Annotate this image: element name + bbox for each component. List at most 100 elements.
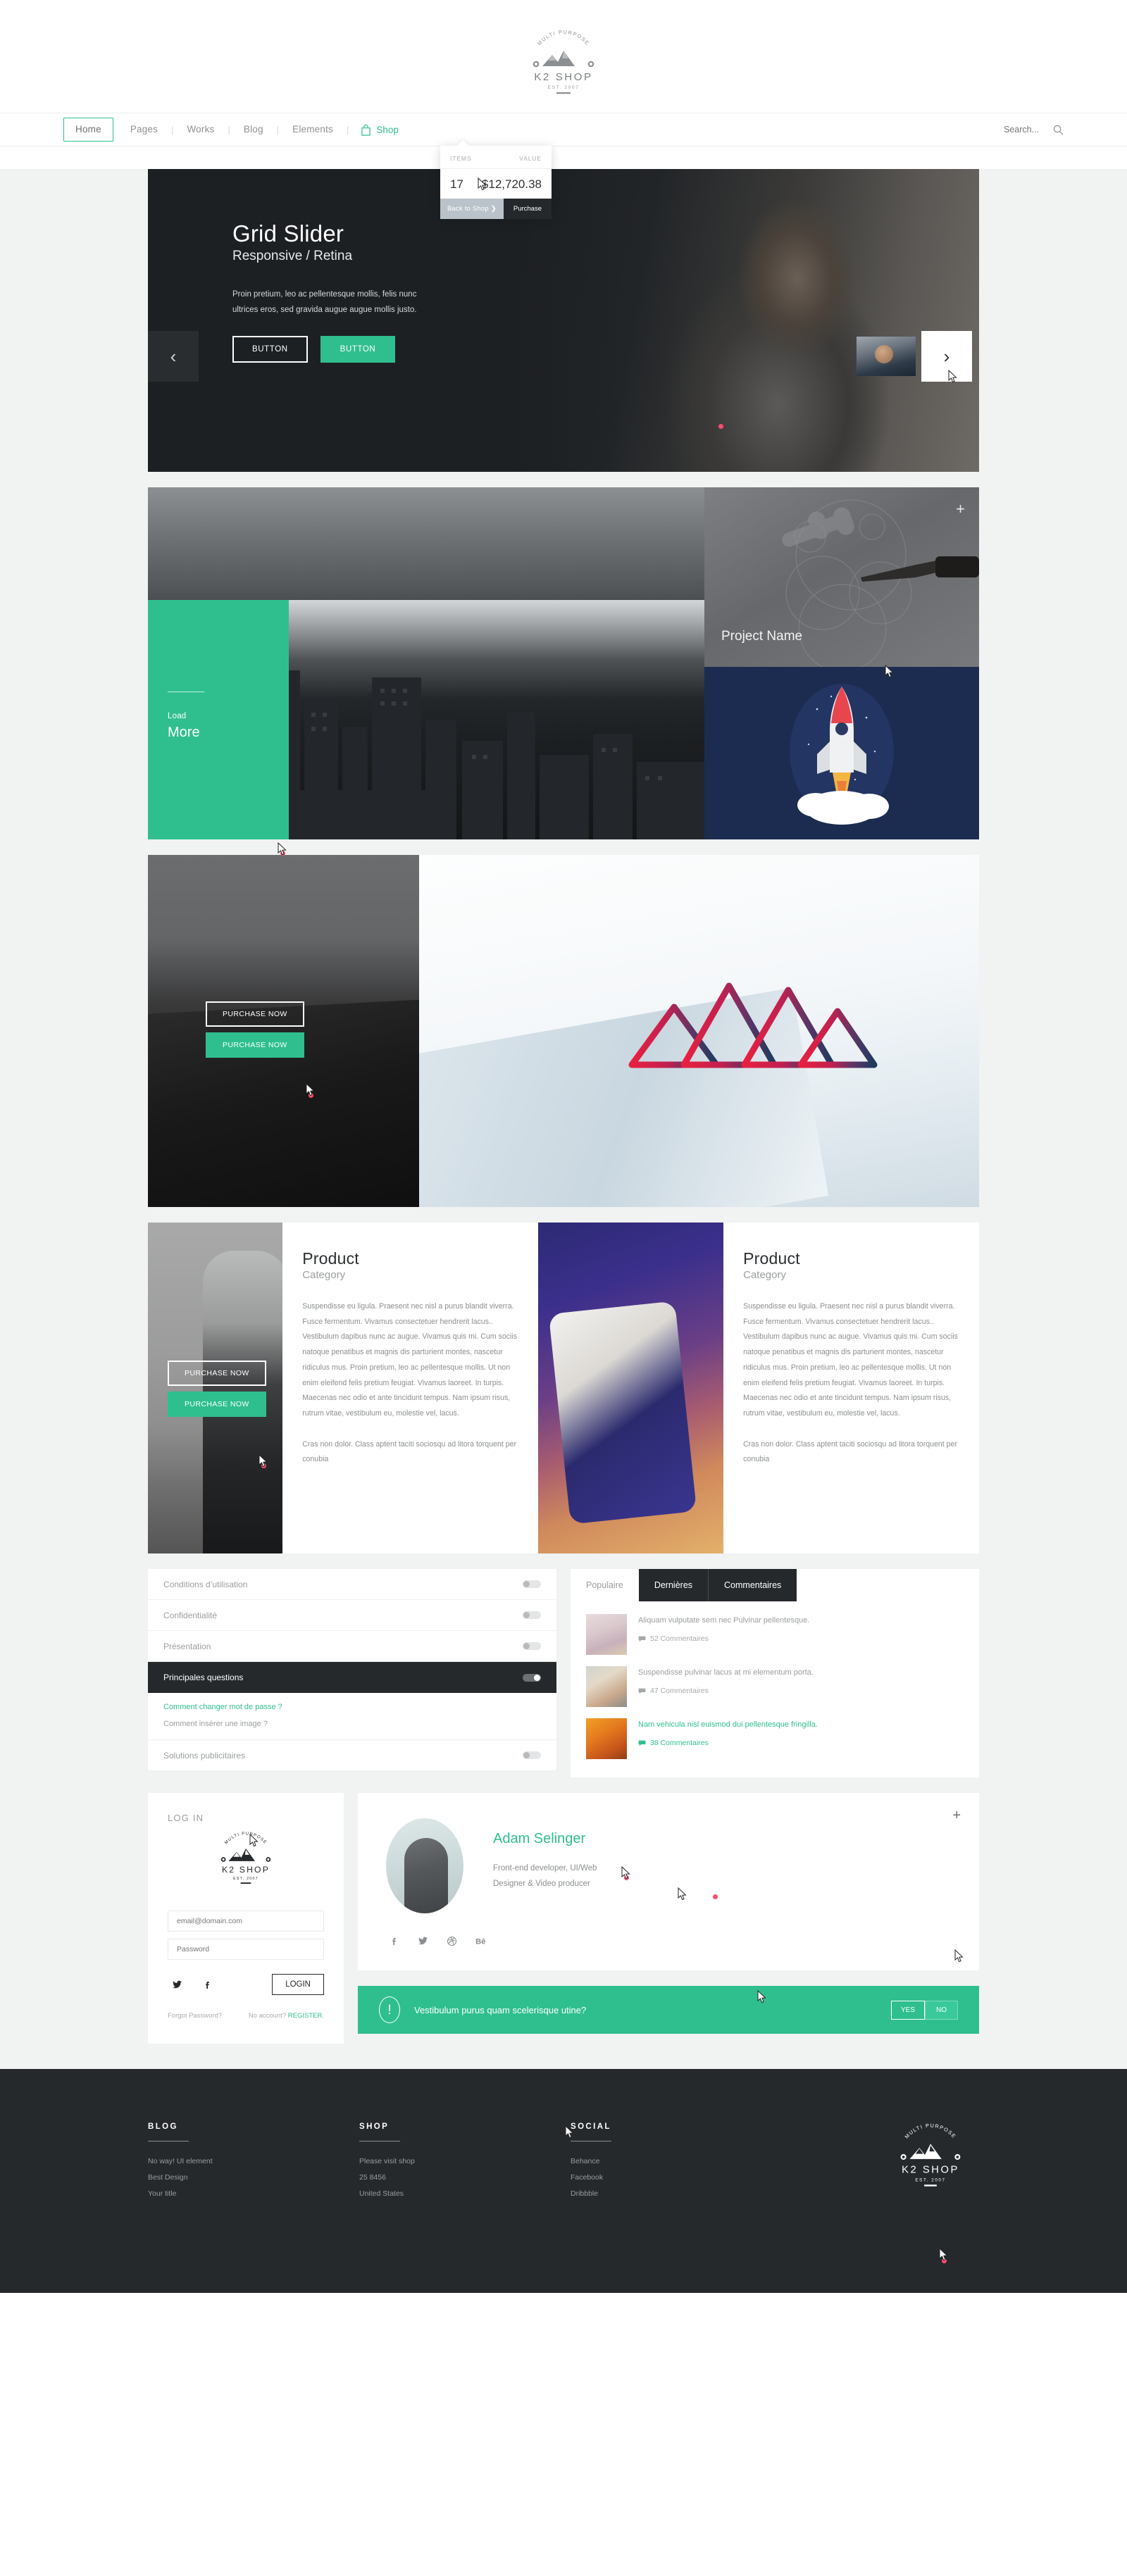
accordion-row-presentation[interactable]: Présentation — [148, 1631, 556, 1662]
hero-slider: Grid Slider Responsive / Retina Proin pr… — [148, 169, 979, 472]
search-input[interactable] — [954, 125, 1039, 135]
post-comment-count[interactable]: 38 Commentaires — [638, 1739, 818, 1747]
footer-column-shop: SHOP Please visit shop 25 8456 United St… — [359, 2122, 571, 2206]
accordion-toggle[interactable] — [523, 1611, 541, 1619]
footer-brand-logo[interactable]: MULTI PURPOSE K2 SHOP EST. 2007 — [889, 2122, 979, 2206]
purchase-button[interactable]: Purchase — [503, 199, 552, 219]
slider-thumbnail[interactable] — [857, 337, 916, 376]
click-indicator — [309, 1093, 313, 1098]
portfolio-city-tile[interactable]: Load More — [148, 487, 704, 839]
footer-link[interactable]: Facebook — [571, 2173, 782, 2182]
footer-link[interactable]: United States — [359, 2189, 571, 2198]
profile-role: Front-end developer, UI/Web Designer & V… — [493, 1861, 597, 1892]
register-prompt-text: No account? — [248, 2012, 288, 2020]
dribbble-icon[interactable] — [447, 1936, 457, 1946]
cart-dropdown: ITEMS VALUE 17 $12,720.38 Back to Shop ❯… — [440, 146, 552, 219]
login-footer: Forgot Password? No account? REGISTER. — [168, 2012, 324, 2020]
mountain-logo-icon — [628, 982, 878, 1068]
cart-summary-row: 17 $12,720.38 — [440, 169, 552, 199]
svg-text:EST. 2007: EST. 2007 — [915, 2177, 945, 2182]
accordion-toggle[interactable] — [523, 1580, 541, 1588]
product-category: Category — [743, 1269, 786, 1281]
load-more-tile[interactable]: Load More — [148, 600, 289, 839]
slider-next-button[interactable]: › — [921, 331, 972, 382]
footer-link[interactable]: No way! UI element — [148, 2157, 359, 2165]
back-to-shop-button[interactable]: Back to Shop ❯ — [440, 199, 504, 219]
login-button[interactable]: LOGIN — [272, 1974, 324, 1995]
purchase-now-outline-button[interactable]: PURCHASE NOW — [206, 1001, 304, 1027]
accordion-panel-link[interactable]: Comment changer mot de passe ? — [163, 1703, 541, 1711]
footer-link[interactable]: 25 8456 — [359, 2173, 571, 2182]
portfolio-project-tile[interactable]: + Project Name — [704, 487, 979, 667]
brand-logo[interactable]: MULTI PURPOSE K2 SHOP EST. 2007 — [0, 30, 1127, 94]
twitter-icon[interactable] — [172, 1980, 182, 1990]
portfolio-rocket-tile[interactable] — [704, 667, 979, 839]
profile-name[interactable]: Adam Selinger — [493, 1831, 597, 1847]
nav-item-works[interactable]: Works — [174, 125, 227, 135]
hero-title: Grid Slider — [232, 220, 344, 246]
register-prompt: No account? REGISTER. — [249, 2012, 324, 2020]
plus-icon[interactable]: + — [956, 501, 965, 517]
list-item[interactable]: Aliquam vulputate sem nec Pulvinar pelle… — [586, 1614, 964, 1655]
post-comment-count[interactable]: 47 Commentaires — [638, 1687, 814, 1695]
plus-icon[interactable]: + — [952, 1808, 961, 1822]
post-title[interactable]: Suspendisse pulvinar lacus at mi element… — [638, 1666, 814, 1679]
product-purchase-outline-button[interactable]: PURCHASE NOW — [168, 1361, 266, 1386]
nav-item-shop[interactable]: Shop — [349, 124, 399, 136]
mountain-logo-tile[interactable] — [419, 855, 979, 1207]
list-item[interactable]: Suspendisse pulvinar lacus at mi element… — [586, 1666, 964, 1707]
email-field[interactable] — [168, 1911, 324, 1932]
post-thumbnail[interactable] — [586, 1614, 627, 1655]
accordion-row-confidentialite[interactable]: Confidentialité — [148, 1600, 556, 1631]
forgot-password-link[interactable]: Forgot Password? — [168, 2012, 222, 2020]
accordion-row-conditions[interactable]: Conditions d’utilisation — [148, 1569, 556, 1600]
facebook-icon[interactable] — [202, 1980, 213, 1990]
behance-icon[interactable]: Bē — [475, 1936, 489, 1946]
post-title[interactable]: Nam vehicula nisl euismod dui pellentesq… — [638, 1718, 818, 1731]
accordion-row-solutions[interactable]: Solutions publicitaires — [148, 1740, 556, 1771]
footer-link[interactable]: Your title — [148, 2189, 359, 2198]
footer-link[interactable]: Please visit shop — [359, 2157, 571, 2165]
product-image-right[interactable] — [538, 1223, 724, 1553]
accordion-toggle[interactable] — [523, 1673, 541, 1682]
nav-item-pages[interactable]: Pages — [118, 125, 170, 135]
list-item[interactable]: Nam vehicula nisl euismod dui pellentesq… — [586, 1718, 964, 1759]
tab-dernieres[interactable]: Dernières — [638, 1569, 709, 1601]
post-comment-label: 47 Commentaires — [650, 1687, 709, 1696]
nav-item-blog[interactable]: Blog — [231, 125, 276, 135]
nav-item-home[interactable]: Home — [63, 118, 113, 142]
hero-button-filled[interactable]: BUTTON — [320, 335, 396, 363]
hero-button-outline[interactable]: BUTTON — [232, 335, 308, 363]
post-comment-count[interactable]: 52 Commentaires — [638, 1634, 809, 1643]
search-icon[interactable] — [1053, 125, 1064, 135]
footer-link[interactable]: Best Design — [148, 2173, 359, 2182]
post-thumbnail[interactable] — [586, 1718, 627, 1759]
product-image-left[interactable]: PURCHASE NOW PURCHASE NOW — [148, 1223, 283, 1553]
main-navigation: Home Pages | Works | Blog | Elements | S… — [0, 113, 1127, 219]
password-field[interactable] — [168, 1939, 324, 1960]
product-purchase-filled-button[interactable]: PURCHASE NOW — [168, 1392, 266, 1417]
tab-commentaires[interactable]: Commentaires — [708, 1569, 797, 1601]
twitter-icon[interactable] — [418, 1936, 428, 1946]
backpack-tile[interactable]: PURCHASE NOW PURCHASE NOW — [148, 855, 419, 1207]
post-title[interactable]: Aliquam vulputate sem nec Pulvinar pelle… — [638, 1614, 809, 1627]
accordion-toggle[interactable] — [523, 1642, 541, 1650]
nav-item-elements[interactable]: Elements — [280, 125, 346, 135]
facebook-icon[interactable] — [389, 1936, 399, 1946]
footer-link[interactable]: Behance — [571, 2157, 782, 2165]
accordion-toggle[interactable] — [523, 1751, 541, 1759]
slider-prev-button[interactable]: ‹ — [148, 331, 199, 382]
footer-link[interactable]: Dribbble — [571, 2189, 782, 2198]
accordion-panel-item[interactable]: Comment insérer une image ? — [163, 1720, 541, 1728]
click-indicator — [280, 851, 285, 856]
alert-no-button[interactable]: NO — [925, 2000, 958, 2020]
purchase-now-filled-button[interactable]: PURCHASE NOW — [206, 1032, 304, 1058]
accordion-row-principales-questions[interactable]: Principales questions — [148, 1662, 556, 1693]
footer-column-title: BLOG — [148, 2122, 178, 2131]
post-thumbnail[interactable] — [586, 1666, 627, 1707]
click-indicator — [713, 1894, 718, 1899]
tab-populaire[interactable]: Populaire — [571, 1569, 639, 1601]
alert-yes-button[interactable]: YES — [890, 2000, 925, 2020]
register-link[interactable]: REGISTER — [288, 2012, 323, 2020]
register-prompt-suffix: . — [322, 2012, 324, 2020]
